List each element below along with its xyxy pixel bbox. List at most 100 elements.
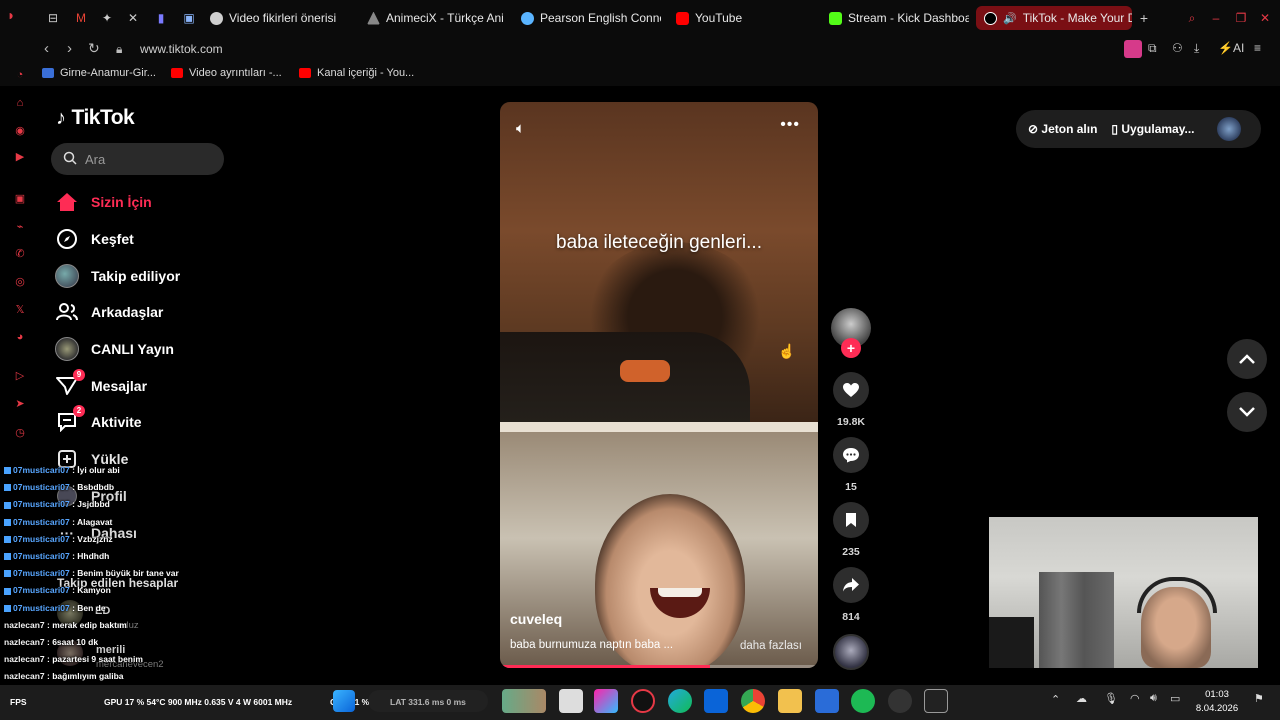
like-action[interactable]: 19.8K [833,372,869,428]
notifications-icon[interactable]: ⚑ [1254,692,1264,705]
pinned-tab-icon-3[interactable]: ▮ [154,11,168,25]
back-button[interactable]: ‹ [44,40,49,57]
tiktok-logo[interactable]: ♪ TikTok [56,106,135,130]
chat-username: 07musticari07 [13,602,70,613]
bookmark-icon[interactable] [833,502,869,538]
opera-gx-icon[interactable] [631,689,655,713]
url-field[interactable]: www.tiktok.com [140,42,223,56]
get-app-button[interactable]: ▯ Uygulamay... [1111,122,1194,136]
messenger-icon[interactable]: ◉ [13,124,27,138]
previous-video-button[interactable] [1227,339,1267,379]
downloads-icon[interactable]: ⤓ [1194,41,1199,56]
follow-button[interactable]: + [841,338,861,358]
tab-actions-icon[interactable]: ⊟ [46,11,60,25]
twitch-icon[interactable]: ▣ [13,192,27,206]
video-author[interactable]: cuveleq [510,611,562,627]
save-action[interactable]: 235 [833,502,869,558]
battery-icon[interactable]: ▭ [1170,692,1180,705]
tab-video-ideas[interactable]: Video fikirleri önerisi [210,6,355,30]
sidebar-item-friends[interactable]: Arkadaşlar [55,299,163,325]
file-icon[interactable] [559,689,583,713]
user-avatar[interactable] [1216,117,1241,141]
volume-icon[interactable]: 🔈︎ [516,120,525,137]
extension-icon[interactable] [1124,40,1142,58]
youtube-sidebar-icon[interactable]: ▶ [13,150,27,164]
send-icon[interactable]: ➤ [13,397,27,411]
forward-button[interactable]: › [67,40,72,57]
tab-kick-dashboard[interactable]: Stream - Kick Dashboard [829,6,969,30]
tab-youtube[interactable]: YouTube [676,6,796,30]
tab-tiktok[interactable]: 🔊 TikTok - Make Your Da [976,6,1132,30]
comment-action[interactable]: 15 [833,437,869,493]
sidebar-item-following[interactable]: Takip ediliyor [55,263,180,289]
tray-chevron-icon[interactable]: ⌃ [1051,693,1060,706]
taskbar-clock[interactable]: 01:03 8.04.2026 [1190,688,1244,716]
discord-taskbar-icon[interactable] [888,689,912,713]
whatsapp-icon[interactable]: ✆ [13,247,27,261]
sidebar-item-for-you[interactable]: Sizin İçin [55,189,152,215]
more-link[interactable]: daha fazlası [740,640,802,652]
sidebar-item-explore[interactable]: Keşfet [55,226,134,252]
video-progress-bar[interactable] [500,665,818,668]
share-action[interactable]: 814 [833,567,869,623]
wifi-icon[interactable]: ◠ [1130,692,1140,705]
bookmarks-sidebar-icon[interactable]: ⌂ [13,96,27,110]
history-icon[interactable]: ◷ [13,426,27,440]
instagram-icon[interactable]: ◎ [13,275,27,289]
bookmark-item[interactable]: Kanal içeriği - You... [299,67,414,79]
chrome-icon[interactable] [741,689,765,713]
video-player[interactable]: baba ileteceğin genleri... 🔈︎ ••• cuvele… [500,102,818,668]
restore-window-button[interactable]: ❐ [1234,11,1248,25]
pinned-tab-icon-4[interactable]: ▣ [182,11,196,25]
bookmark-item[interactable]: Girne-Anamur-Gir... [42,67,156,79]
file-explorer-icon[interactable] [778,689,802,713]
get-coins-button[interactable]: ⊘ Jeton alın [1028,122,1097,136]
close-window-button[interactable]: ✕ [1258,11,1272,25]
taskbar-search[interactable] [368,690,488,712]
onedrive-icon[interactable]: ☁ [1076,692,1087,705]
pinned-tab-icon-2[interactable]: ✕ [126,11,140,25]
audio-playing-icon[interactable]: 🔊 [1003,12,1017,25]
ai-button[interactable]: ⚡AI [1218,41,1244,55]
edge-icon[interactable] [668,689,692,713]
unreal-icon[interactable] [924,689,948,713]
tab-pearson[interactable]: Pearson English Connect [521,6,661,30]
site-info-lock-icon[interactable]: 🔒︎ [116,42,122,57]
store-icon[interactable] [704,689,728,713]
volume-tray-icon[interactable]: 🔊︎ [1150,692,1157,705]
gmail-tab-icon[interactable]: M [74,11,88,25]
search-input[interactable]: Ara [51,143,224,175]
spotify-icon[interactable] [851,689,875,713]
sidebar-item-activity[interactable]: 2 Aktivite [55,405,142,435]
tab-animecix[interactable]: AnimeciX - Türkçe Anime [367,6,503,30]
bookmark-item[interactable]: Video ayrıntıları -... [171,67,282,79]
microphone-icon[interactable]: 🎙︎ [1104,692,1118,705]
player-icon[interactable]: ▷ [13,369,27,383]
search-tabs-icon[interactable]: ⌕ [1185,11,1199,25]
comment-icon[interactable] [833,437,869,473]
sidebar-item-messages[interactable]: 9 Mesajlar [55,369,147,399]
heart-icon[interactable] [833,372,869,408]
outlook-icon[interactable] [815,689,839,713]
chat-username: 07musticari07 [13,465,70,475]
pinned-tab-icon[interactable]: ✦ [100,11,114,25]
discord-icon[interactable]: ◕ [13,330,27,344]
extensions-puzzle-icon[interactable]: ⧉ [1148,41,1157,56]
share-icon[interactable] [833,567,869,603]
reload-button[interactable]: ↻ [88,40,100,57]
menu-icon[interactable]: ≡ [1254,41,1261,55]
copilot-icon[interactable] [594,689,618,713]
video-more-options-icon[interactable]: ••• [780,116,800,134]
sidebar-item-live[interactable]: CANLI Yayın [55,336,174,362]
next-video-button[interactable] [1227,392,1267,432]
messenger-icon-2[interactable]: ⌁ [13,220,27,234]
music-disc-avatar[interactable] [833,634,869,670]
new-tab-button[interactable]: + [1137,11,1151,25]
browser-logo-icon[interactable]: ◗ [4,8,18,22]
widgets-icon[interactable] [502,689,546,713]
speed-dial-icon[interactable]: ◔ [13,68,27,82]
profile-icon-browser[interactable]: ⚇ [1172,41,1183,55]
x-twitter-icon[interactable]: 𝕏 [13,303,27,317]
windows-start-icon[interactable] [333,690,355,712]
minimize-window-button[interactable]: – [1209,11,1223,25]
